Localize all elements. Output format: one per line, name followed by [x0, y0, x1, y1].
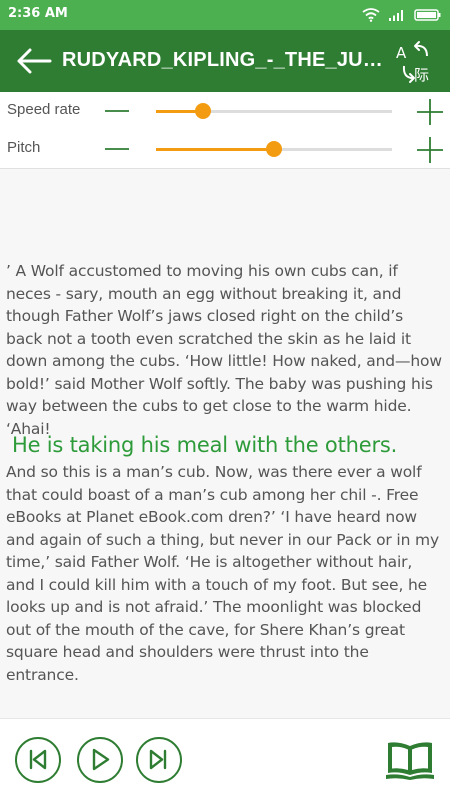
speed-increase-button[interactable]	[416, 98, 444, 126]
previous-button[interactable]	[15, 737, 61, 783]
pitch-thumb[interactable]	[266, 141, 282, 157]
signal-icon	[389, 10, 403, 21]
battery-icon	[414, 9, 441, 21]
pitch-increase-button[interactable]	[416, 136, 444, 164]
speed-rate-thumb[interactable]	[195, 103, 212, 119]
current-sentence-highlight: He is taking his meal with the others.	[12, 433, 398, 457]
plus-icon	[417, 99, 443, 125]
status-time: 2:36 AM	[8, 6, 68, 21]
next-button[interactable]	[136, 737, 182, 783]
translate-icon: A 际	[396, 41, 429, 84]
pitch-slider[interactable]	[156, 141, 392, 157]
text-paragraph-after: And so this is a man’s cub. Now, was the…	[6, 463, 440, 684]
translate-button[interactable]: A 际	[393, 40, 437, 84]
pitch-row: Pitch	[0, 130, 450, 168]
open-book-icon	[386, 742, 434, 780]
speed-rate-label: Speed rate	[7, 101, 81, 118]
speed-rate-row: Speed rate	[0, 92, 450, 130]
pitch-fill	[156, 148, 274, 151]
skip-next-icon	[149, 749, 167, 770]
status-bar: 2:36 AM	[0, 0, 450, 30]
app-toolbar: RUDYARD_KIPLING_-_THE_JUNGLE_BOOK A 际	[0, 30, 450, 92]
play-icon	[92, 748, 110, 771]
wifi-icon	[362, 8, 380, 22]
back-button[interactable]	[14, 46, 54, 76]
pitch-decrease-button[interactable]	[104, 138, 130, 160]
reading-area[interactable]: ’ A Wolf accustomed to moving his own cu…	[0, 169, 450, 718]
status-icons	[362, 6, 442, 24]
minus-icon	[105, 110, 129, 112]
playback-bar	[0, 718, 450, 801]
speed-rate-slider[interactable]	[156, 103, 392, 119]
svg-text:A: A	[396, 44, 407, 62]
book-title: RUDYARD_KIPLING_-_THE_JUNGLE_BOOK	[62, 49, 392, 71]
svg-text:际: 际	[414, 66, 429, 84]
book-menu-button[interactable]	[384, 739, 436, 781]
skip-previous-icon	[29, 749, 47, 770]
arrow-back-icon	[17, 48, 52, 74]
minus-icon	[105, 148, 129, 150]
plus-icon	[417, 137, 443, 163]
tts-controls: Speed rate Pitch	[0, 92, 450, 169]
play-button[interactable]	[77, 737, 123, 783]
text-paragraph-before: ’ A Wolf accustomed to moving his own cu…	[6, 262, 442, 438]
pitch-label: Pitch	[7, 139, 41, 156]
speed-decrease-button[interactable]	[104, 100, 130, 122]
